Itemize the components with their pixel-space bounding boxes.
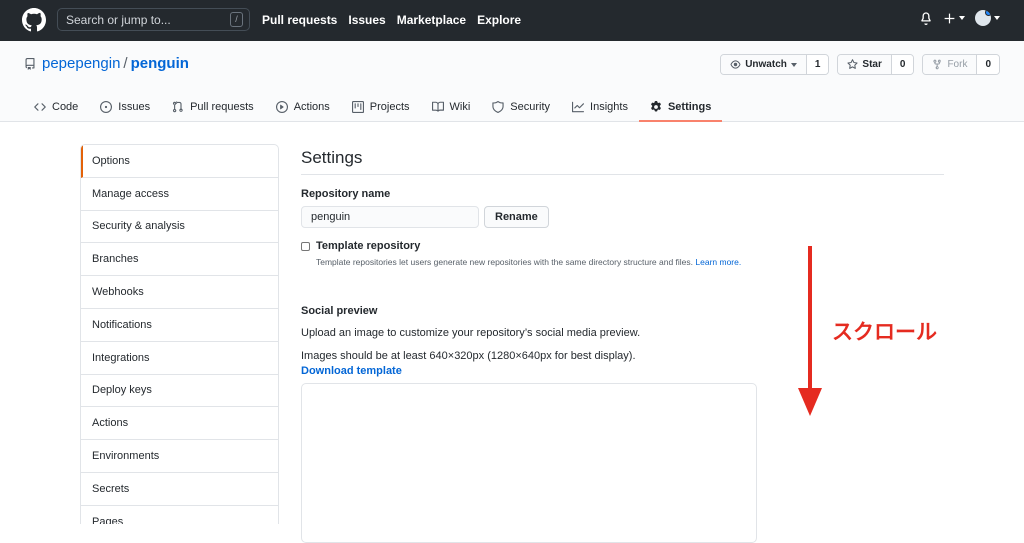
shield-icon — [492, 101, 504, 113]
scroll-annotation: スクロール — [832, 321, 937, 344]
repo-tabs: Code Issues Pull requests Actions Projec… — [24, 93, 723, 122]
template-repo-option: Template repository Template repositorie… — [301, 240, 944, 267]
tab-projects-label: Projects — [369, 101, 410, 113]
download-template-link[interactable]: Download template — [301, 365, 944, 377]
pull-request-icon — [173, 101, 183, 113]
tab-security[interactable]: Security — [481, 93, 561, 121]
tab-actions[interactable]: Actions — [265, 93, 341, 121]
watch-label: Unwatch — [745, 59, 787, 70]
plus-icon — [944, 13, 955, 23]
nav-explore[interactable]: Explore — [477, 13, 521, 27]
sidebar-item-security-analysis[interactable]: Security & analysis — [81, 211, 278, 244]
code-icon — [34, 103, 46, 111]
template-repo-label: Template repository — [316, 240, 421, 252]
social-preview-dropzone[interactable] — [301, 383, 757, 543]
scroll-down-arrow — [798, 246, 822, 416]
template-repo-note: Template repositories let users generate… — [316, 257, 741, 267]
repo-name-input[interactable]: penguin — [301, 206, 479, 228]
user-menu[interactable] — [975, 10, 1000, 26]
star-button-group: Star 0 — [837, 54, 915, 75]
sidebar-item-integrations[interactable]: Integrations — [81, 342, 278, 375]
chevron-down-icon — [790, 62, 797, 67]
tab-insights[interactable]: Insights — [561, 93, 639, 121]
sidebar-item-environments[interactable]: Environments — [81, 440, 278, 473]
repo-name-link[interactable]: penguin — [131, 55, 189, 72]
sidebar-item-actions[interactable]: Actions — [81, 407, 278, 441]
repo-header: pepepengin / penguin Unwatch 1 Star 0 Fo… — [0, 41, 1024, 122]
tab-settings[interactable]: Settings — [638, 93, 723, 122]
global-header: Search or jump to... / Pull requests Iss… — [0, 0, 1024, 41]
tab-actions-label: Actions — [293, 101, 330, 113]
sidebar-item-webhooks[interactable]: Webhooks — [81, 276, 278, 309]
status-dot — [985, 10, 991, 16]
tab-wiki-label: Wiki — [449, 101, 471, 113]
tab-projects[interactable]: Projects — [341, 93, 421, 121]
search-placeholder: Search or jump to... — [66, 13, 171, 27]
tab-settings-label: Settings — [667, 101, 712, 113]
project-icon — [351, 101, 364, 113]
tab-insights-label: Insights — [590, 101, 628, 113]
template-repo-note-text: Template repositories let users generate… — [316, 257, 694, 267]
sidebar-item-secrets[interactable]: Secrets — [81, 473, 278, 506]
search-input[interactable]: Search or jump to... / — [57, 8, 250, 31]
template-repo-checkbox[interactable] — [301, 242, 310, 251]
page-title: Settings — [301, 144, 944, 175]
star-count[interactable]: 0 — [891, 55, 914, 74]
tab-wiki[interactable]: Wiki — [421, 93, 482, 121]
sidebar-item-options[interactable]: Options — [81, 145, 278, 178]
tab-pull-requests[interactable]: Pull requests — [161, 93, 265, 121]
bell-icon[interactable] — [919, 11, 933, 25]
star-button[interactable]: Star — [838, 55, 892, 74]
nav-marketplace[interactable]: Marketplace — [397, 13, 466, 27]
repo-name-label: Repository name — [301, 188, 391, 200]
fork-button[interactable]: Fork — [923, 55, 978, 74]
watch-count[interactable]: 1 — [806, 55, 829, 74]
repo-breadcrumb: pepepengin / penguin — [24, 55, 189, 72]
repo-icon — [25, 57, 35, 70]
fork-button-group: Fork 0 — [922, 54, 1000, 75]
header-actions — [919, 10, 1000, 26]
image-size-note: Images should be at least 640×320px (128… — [301, 350, 636, 362]
repo-name-row: penguin Rename — [301, 206, 944, 228]
star-icon — [847, 59, 859, 69]
repo-owner-link[interactable]: pepepengin — [42, 55, 120, 72]
book-icon — [431, 101, 444, 112]
tab-code-label: Code — [52, 101, 79, 113]
tab-issues[interactable]: Issues — [89, 93, 161, 121]
sidebar-item-pages[interactable]: Pages — [81, 506, 278, 524]
create-new-menu[interactable] — [943, 12, 965, 25]
rename-button[interactable]: Rename — [484, 206, 549, 228]
issue-icon — [100, 101, 113, 113]
sidebar-item-manage-access[interactable]: Manage access — [81, 178, 278, 211]
tab-code[interactable]: Code — [24, 93, 89, 121]
repo-actions: Unwatch 1 Star 0 Fork 0 — [720, 54, 1000, 75]
sidebar-item-deploy-keys[interactable]: Deploy keys — [81, 375, 278, 408]
avatar — [975, 10, 991, 26]
tab-pull-requests-label: Pull requests — [190, 101, 254, 113]
watch-button[interactable]: Unwatch — [721, 55, 807, 74]
fork-label: Fork — [947, 59, 968, 70]
search-shortcut-key: / — [230, 12, 243, 27]
sidebar-item-branches[interactable]: Branches — [81, 243, 278, 277]
eye-icon — [730, 60, 741, 69]
nav-pull-requests[interactable]: Pull requests — [262, 13, 337, 27]
tab-issues-label: Issues — [118, 101, 151, 113]
tab-security-label: Security — [510, 101, 551, 113]
settings-sidebar: Options Manage access Security & analysi… — [80, 144, 279, 524]
chevron-down-icon — [959, 16, 965, 20]
breadcrumb-separator: / — [123, 55, 128, 72]
gear-icon — [651, 101, 661, 112]
nav-issues[interactable]: Issues — [348, 13, 385, 27]
graph-icon — [572, 101, 585, 113]
fork-count[interactable]: 0 — [977, 55, 999, 74]
chevron-down-icon — [994, 16, 1000, 20]
fork-icon — [933, 59, 942, 70]
global-nav: Pull requests Issues Marketplace Explore — [262, 13, 521, 27]
star-label: Star — [862, 59, 882, 70]
play-icon — [275, 101, 288, 113]
github-logo-icon[interactable] — [22, 8, 46, 32]
sidebar-item-notifications[interactable]: Notifications — [81, 309, 278, 342]
watch-button-group: Unwatch 1 — [720, 54, 830, 75]
learn-more-link[interactable]: Learn more. — [695, 257, 741, 267]
